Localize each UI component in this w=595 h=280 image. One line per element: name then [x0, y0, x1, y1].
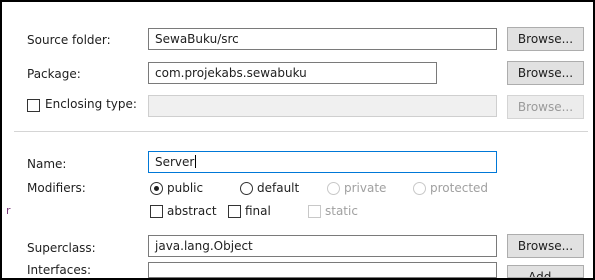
superclass-input[interactable]: java.lang.Object	[148, 235, 497, 257]
protected-label: protected	[430, 181, 489, 195]
private-radio[interactable]	[327, 182, 340, 195]
package-input[interactable]: com.projekabs.sewabuku	[148, 62, 437, 84]
default-label: default	[257, 181, 300, 195]
source-folder-label: Source folder:	[27, 33, 111, 47]
source-folder-value: SewaBuku/src	[155, 32, 239, 46]
enclosing-type-input[interactable]	[148, 95, 497, 117]
interfaces-list[interactable]	[148, 262, 497, 278]
name-value: Server	[155, 155, 195, 169]
modifiers-label: Modifiers:	[27, 181, 86, 195]
default-radio[interactable]	[240, 182, 253, 195]
name-input[interactable]: Server	[148, 151, 497, 173]
protected-radio[interactable]	[413, 182, 426, 195]
package-browse-button[interactable]: Browse...	[507, 61, 584, 85]
public-label: public	[167, 181, 204, 195]
enclosing-type-browse-button[interactable]: Browse...	[507, 95, 584, 119]
source-folder-browse-button[interactable]: Browse...	[507, 27, 584, 51]
superclass-value: java.lang.Object	[155, 239, 253, 253]
abstract-label: abstract	[167, 204, 217, 218]
section-separator	[14, 131, 588, 132]
static-checkbox[interactable]	[308, 205, 321, 218]
interfaces-add-button[interactable]: Add...	[507, 265, 584, 278]
superclass-label: Superclass:	[27, 241, 96, 255]
interfaces-label: Interfaces:	[27, 263, 92, 277]
final-checkbox[interactable]	[228, 205, 241, 218]
name-label: Name:	[27, 157, 67, 171]
text-caret	[195, 155, 197, 168]
superclass-browse-button[interactable]: Browse...	[507, 234, 584, 258]
abstract-checkbox[interactable]	[150, 205, 163, 218]
background-edge-mark: r	[6, 204, 11, 217]
package-label: Package:	[27, 67, 81, 81]
package-value: com.projekabs.sewabuku	[155, 66, 307, 80]
final-label: final	[245, 204, 271, 218]
radio-selected-dot	[154, 186, 159, 191]
enclosing-type-label: Enclosing type:	[45, 97, 137, 111]
static-label: static	[325, 204, 358, 218]
enclosing-type-checkbox[interactable]	[27, 99, 40, 112]
public-radio[interactable]	[150, 182, 163, 195]
private-label: private	[344, 181, 387, 195]
source-folder-input[interactable]: SewaBuku/src	[148, 28, 497, 50]
